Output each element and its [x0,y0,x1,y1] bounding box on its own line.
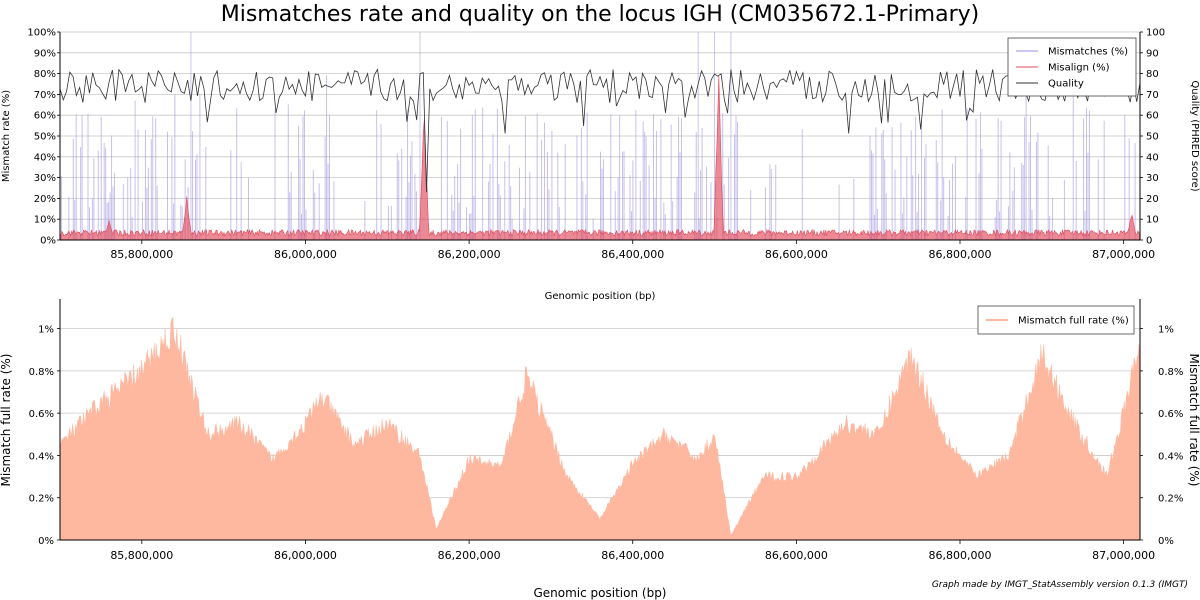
legend-entry: Misalign (%) [1048,63,1110,74]
x-tick-label: 86,400,000 [601,248,664,261]
y-axis-label: Mismatch rate (%) [1,90,12,182]
y-tick-label: 1% [38,325,54,336]
y-tick-label: 30% [34,173,56,184]
y-tick-label: 0% [40,236,56,247]
y2-tick-label: 10 [1146,215,1159,226]
x-tick-label: 86,800,000 [929,549,992,562]
y2-tick-label: 0 [1146,236,1152,247]
x-axis-label: Genomic position (bp) [545,291,656,302]
y-tick-label: 100% [27,28,56,39]
y2-axis-label: Quality (PHRED score) [1189,80,1200,191]
x-tick-label: 86,200,000 [438,549,501,562]
x-tick-label: 85,800,000 [110,248,173,261]
y-tick-label: 0.6% [29,409,54,420]
x-tick-label: 86,000,000 [274,549,337,562]
y2-tick-label: 70 [1146,90,1159,101]
y2-tick-label: 100 [1146,28,1165,39]
chart-canvas: 0% 0 10% 10 20% 20 30% 30 40% 40 50% 50 60% 60 70% 70 80… [0,28,1200,600]
y-tick-label: 20% [34,194,56,205]
y-tick-label: 70% [34,90,56,101]
x-tick-label: 86,600,000 [765,549,828,562]
y-axis-label: Mismatch full rate (%) [0,354,13,487]
x-tick-label: 86,400,000 [601,549,664,562]
y2-tick-label: 40 [1146,152,1159,163]
y2-tick-label: 20 [1146,194,1159,205]
credit-note: Graph made by IMGT_StatAssembly version … [931,580,1188,590]
y-tick-label: 0% [38,536,54,547]
y2-tick-label: 1% [1158,325,1174,336]
y2-tick-label: 60 [1146,111,1159,122]
y-tick-label: 0.8% [29,367,54,378]
x-tick-label: 85,800,000 [110,549,173,562]
x-tick-label: 86,000,000 [274,248,337,261]
legend-entry: Mismatches (%) [1048,47,1128,58]
x-axis-label: Genomic position (bp) [533,586,666,600]
y2-tick-label: 0.6% [1158,409,1183,420]
y-tick-label: 60% [34,111,56,122]
y2-tick-label: 0.4% [1158,451,1183,462]
mismatch-full-rate-series [59,316,1141,541]
y-tick-label: 80% [34,69,56,80]
y2-tick-label: 50 [1146,132,1159,143]
y2-tick-label: 80 [1146,69,1159,80]
y-tick-label: 0.2% [29,494,54,505]
x-tick-label: 86,200,000 [438,248,501,261]
x-tick-label: 87,000,000 [1092,248,1155,261]
x-tick-label: 86,800,000 [929,248,992,261]
y-tick-label: 90% [34,48,56,59]
y2-axis-label: Mismatch full rate (%) [1187,354,1200,487]
y-tick-label: 10% [34,215,56,226]
y2-tick-label: 0% [1158,536,1174,547]
x-tick-label: 87,000,000 [1092,549,1155,562]
x-tick-label: 86,600,000 [765,248,828,261]
legend-entry: Mismatch full rate (%) [1018,316,1129,327]
y-tick-label: 50% [34,132,56,143]
y2-tick-label: 90 [1146,48,1159,59]
legend-entry: Quality [1048,79,1084,90]
y2-tick-label: 0.8% [1158,367,1183,378]
y2-tick-label: 0.2% [1158,494,1183,505]
y-tick-label: 40% [34,152,56,163]
y2-tick-label: 30 [1146,173,1159,184]
y-tick-label: 0.4% [29,451,54,462]
